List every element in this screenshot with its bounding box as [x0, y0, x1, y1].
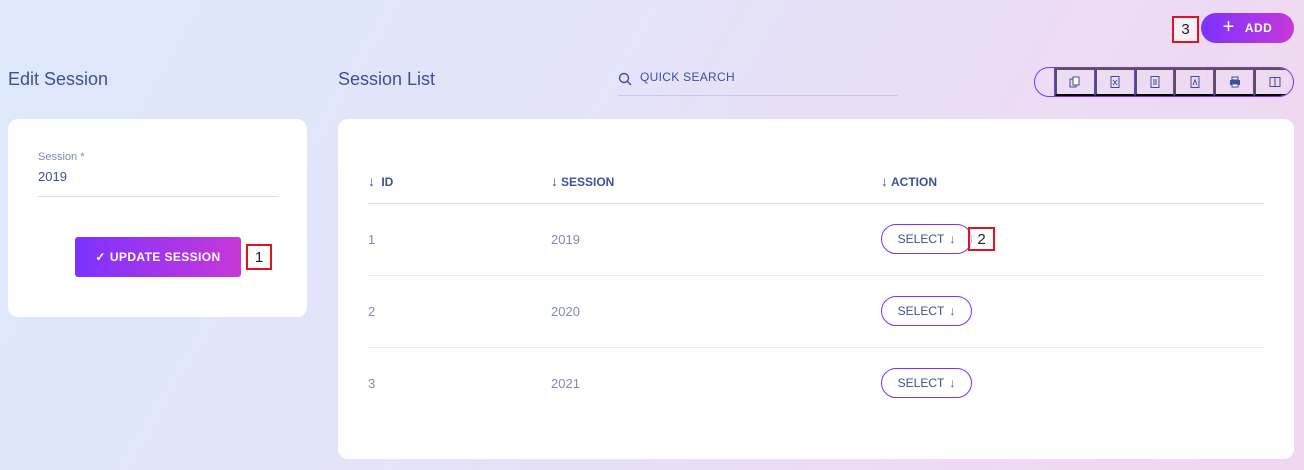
session-list-title: Session List — [338, 69, 436, 89]
search-icon — [618, 72, 632, 85]
edit-session-card: Session * ✓ UPDATE SESSION — [8, 119, 307, 317]
arrow-down-icon: ↓ — [949, 232, 956, 246]
session-table: ↓ ID ↓ SESSION ↓ ACTION 1 2019 SELECT ↓ 2 2… — [368, 159, 1264, 419]
row-id: 2 — [368, 275, 551, 348]
search-input[interactable] — [640, 70, 880, 84]
sort-arrow-icon: ↓ — [368, 172, 375, 189]
sort-arrow-icon: ↓ — [881, 172, 888, 189]
add-label: ADD — [1244, 21, 1273, 35]
table-row: 2 2020 SELECT ↓ — [368, 275, 1264, 348]
row-session: 2021 — [551, 375, 580, 391]
excel-icon — [1110, 76, 1120, 88]
table-row: 3 2021 SELECT ↓ — [368, 347, 1264, 419]
row-session: 2019 — [551, 203, 881, 276]
excel-button[interactable] — [1094, 68, 1135, 96]
copy-button[interactable] — [1055, 68, 1095, 96]
check-icon: ✓ — [95, 250, 106, 264]
add-button[interactable]: + ADD — [1201, 13, 1294, 43]
export-buttons — [1034, 67, 1294, 97]
annotation-marker-1: 1 — [246, 244, 272, 270]
arrow-down-icon: ↓ — [949, 376, 956, 391]
row-session: 2020 — [551, 275, 881, 348]
column-header-action[interactable]: ↓ ACTION — [881, 159, 1264, 204]
column-header-id[interactable]: ↓ ID — [368, 159, 551, 204]
print-button[interactable] — [1214, 68, 1255, 96]
print-icon — [1229, 76, 1240, 88]
columns-button[interactable] — [1254, 68, 1293, 96]
csv-button[interactable] — [1134, 68, 1175, 96]
update-session-button[interactable]: ✓ UPDATE SESSION — [75, 237, 241, 277]
row-id: 3 — [368, 375, 376, 391]
pdf-icon — [1190, 76, 1200, 88]
update-session-label: UPDATE SESSION — [109, 250, 221, 264]
column-header-session[interactable]: ↓ SESSION — [551, 159, 881, 204]
session-field-label: Session * — [38, 151, 85, 163]
select-button[interactable]: SELECT ↓ — [881, 368, 972, 399]
columns-icon — [1269, 77, 1281, 87]
annotation-marker-3: 3 — [1172, 16, 1199, 43]
select-button[interactable]: SELECT ↓ — [881, 296, 972, 326]
quick-search — [618, 62, 898, 96]
session-list-card: ↓ ID ↓ SESSION ↓ ACTION 1 2019 SELECT ↓ 2 2… — [338, 119, 1294, 459]
arrow-down-icon: ↓ — [949, 304, 956, 318]
plus-icon: + — [1222, 16, 1235, 38]
row-id: 1 — [368, 203, 551, 276]
annotation-marker-2: 2 — [968, 227, 995, 251]
edit-session-title: Edit Session — [8, 69, 109, 89]
select-button[interactable]: SELECT ↓ — [881, 224, 972, 254]
csv-icon — [1150, 76, 1160, 88]
copy-icon — [1069, 76, 1080, 88]
pdf-button[interactable] — [1174, 68, 1215, 96]
sort-arrow-icon: ↓ — [551, 172, 558, 189]
table-row: 1 2019 SELECT ↓ — [368, 203, 1264, 276]
session-field[interactable] — [38, 167, 278, 197]
